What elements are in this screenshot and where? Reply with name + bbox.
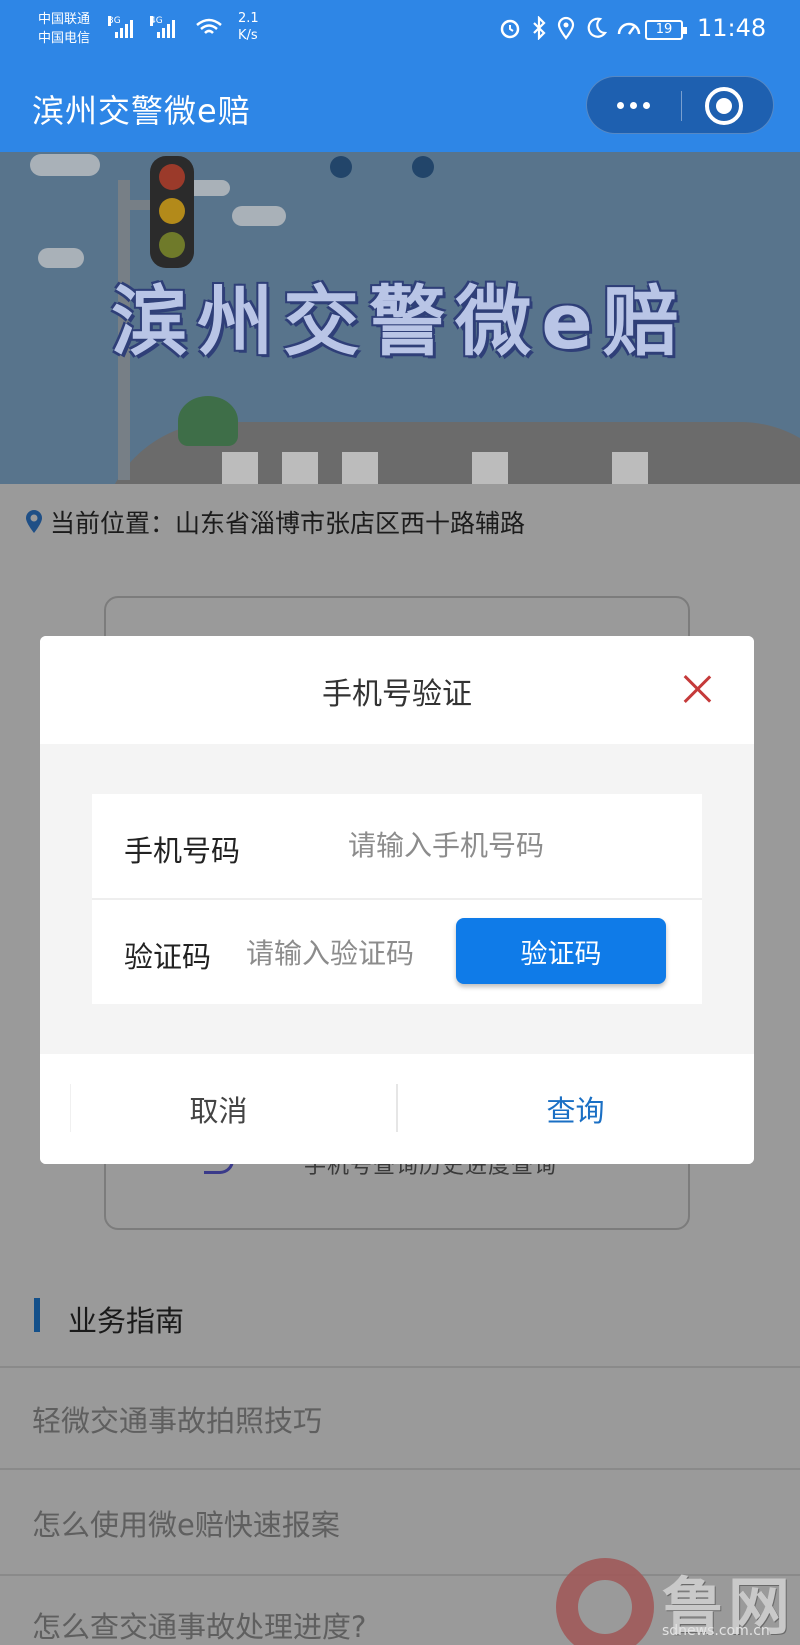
moon-icon [587, 17, 607, 38]
decor-dot [412, 156, 434, 178]
dialog-footer: 取消 查询 [40, 1054, 754, 1164]
nav-title: 滨州交警微e赔 [32, 92, 251, 130]
mini-program-capsule [586, 76, 774, 134]
current-location: 当前位置：山东省淄博市张店区西十路辅路 [0, 484, 800, 556]
location-text: 当前位置：山东省淄博市张店区西十路辅路 [50, 509, 526, 538]
watermark-url: sdnews.com.cn [662, 1623, 770, 1639]
code-input[interactable] [246, 928, 446, 978]
status-icons [498, 16, 642, 40]
phone-row: 手机号码 [92, 794, 702, 898]
capsule-divider [681, 91, 682, 121]
map-pin-icon [26, 510, 42, 533]
guide-item-progress[interactable]: 怎么查交通事故处理进度? [32, 1604, 366, 1645]
crosswalk-stripe [222, 452, 258, 484]
tree-graphic [178, 396, 238, 446]
carrier-labels: 中国联通 中国电信 [38, 10, 90, 48]
watermark-logo [556, 1558, 654, 1645]
status-bar: 中国联通 中国电信 3G 4G 2.1 K/s 19 11:48 [0, 0, 800, 60]
get-code-button[interactable]: 验证码 [456, 918, 666, 984]
cloud-decoration [232, 206, 286, 226]
clock-time: 11:48 [697, 14, 767, 42]
guide-title: 业务指南 [68, 1304, 185, 1338]
section-marker [34, 1298, 40, 1332]
guide-item-photo-tips[interactable]: 轻微交通事故拍照技巧 [32, 1398, 322, 1440]
location-icon [557, 16, 575, 40]
gauge-icon [617, 22, 641, 35]
traffic-light-icon [150, 156, 194, 268]
crosswalk-stripe [342, 452, 378, 484]
crosswalk-stripe [282, 452, 318, 484]
guide-item-quick-report[interactable]: 怎么使用微e赔快速报案 [32, 1502, 340, 1544]
network-speed: 2.1 K/s [238, 11, 259, 43]
crosswalk-stripe [612, 452, 648, 484]
bluetooth-icon [533, 16, 546, 40]
phone-verify-dialog: 手机号验证 手机号码 验证码 验证码 取消 查询 [40, 636, 754, 1164]
close-target-icon[interactable] [705, 87, 743, 125]
wifi-icon [196, 18, 222, 34]
signal-2-icon: 4G [150, 16, 175, 38]
more-dots-icon[interactable] [587, 77, 681, 135]
phone-label: 手机号码 [124, 834, 241, 868]
nav-bar: 滨州交警微e赔 [0, 60, 800, 152]
guide-section-header: 业务指南 [0, 1268, 800, 1368]
divider [0, 1366, 800, 1368]
query-button[interactable]: 查询 [397, 1054, 754, 1164]
phone-input[interactable] [348, 820, 648, 870]
battery-icon: 19 [645, 20, 687, 40]
decor-dot [330, 156, 352, 178]
carrier-1: 中国联通 [38, 12, 91, 27]
cloud-decoration [30, 154, 100, 176]
signal-1-icon: 3G [108, 16, 133, 38]
close-icon[interactable] [680, 672, 714, 706]
divider [0, 1468, 800, 1470]
carrier-2: 中国电信 [38, 31, 91, 46]
cancel-button[interactable]: 取消 [40, 1054, 397, 1164]
crosswalk-stripe [472, 452, 508, 484]
dialog-title: 手机号验证 [322, 677, 472, 712]
verify-form: 手机号码 验证码 验证码 [92, 794, 702, 1004]
code-label: 验证码 [124, 940, 212, 974]
code-row: 验证码 验证码 [92, 900, 702, 1004]
dialog-header: 手机号验证 [40, 636, 754, 744]
alarm-icon [500, 19, 520, 39]
banner-title: 滨州交警微e赔 [111, 277, 689, 366]
banner-image: 滨州交警微e赔 [0, 152, 800, 484]
